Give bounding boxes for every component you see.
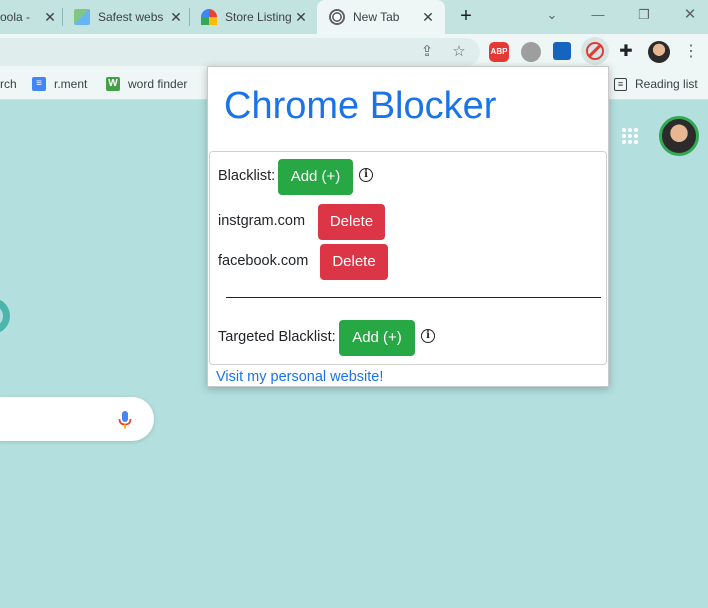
reading-list-label: Reading list <box>635 77 698 91</box>
share-icon[interactable]: ⇪ <box>418 43 436 61</box>
toolbar: ⇪ ☆ ABP ✚ ⋮ <box>0 34 708 70</box>
chrome-blocker-popup: Chrome Blocker Blacklist: Add (+) i inst… <box>207 66 609 387</box>
blacklist-label: Blacklist: <box>218 168 276 184</box>
blue-extension-icon[interactable] <box>553 42 571 60</box>
delete-button[interactable]: Delete <box>320 244 388 280</box>
bookmark-3-label: word finder <box>128 77 188 91</box>
tab-1-title: oola - <box>0 10 31 24</box>
bookmark-1-label: rch <box>0 77 17 91</box>
chrome-blocker-icon <box>586 42 604 60</box>
adblock-plus-icon[interactable]: ABP <box>489 42 509 62</box>
tab-search-chevron-icon[interactable]: ⌄ <box>540 5 564 25</box>
personal-website-link[interactable]: Visit my personal website! <box>216 369 383 385</box>
google-docs-icon: ≡ <box>32 77 46 91</box>
chrome-favicon-icon <box>329 9 345 25</box>
delete-button[interactable]: Delete <box>318 204 385 240</box>
tab-strip: oola - ✕ Safest webs ✕ Store Listing ✕ N… <box>0 0 708 34</box>
tab-4-close-icon[interactable]: ✕ <box>420 9 436 25</box>
bookmark-1[interactable]: rch <box>0 77 17 91</box>
bookmark-3[interactable]: W word finder <box>106 77 187 91</box>
section-divider <box>226 297 601 298</box>
chrome-blocker-toolbar-button[interactable] <box>581 37 609 65</box>
tab-1[interactable]: oola - ✕ <box>0 0 62 34</box>
google-logo-fragment <box>0 298 10 334</box>
reading-list-icon: ≡ <box>614 77 627 91</box>
profile-avatar[interactable] <box>648 41 670 63</box>
restore-icon[interactable]: ❐ <box>632 5 656 25</box>
tab-2-close-icon[interactable]: ✕ <box>168 9 184 25</box>
extensions-puzzle-icon[interactable]: ✚ <box>617 43 635 61</box>
tab-2-title: Safest webs <box>98 10 164 24</box>
blacklist-add-button[interactable]: Add (+) <box>278 159 353 195</box>
image-favicon-icon <box>74 9 90 25</box>
blacklist-card: Blacklist: Add (+) i instgram.com Delete… <box>209 151 607 365</box>
tab-separator <box>62 8 63 26</box>
word-finder-icon: W <box>106 77 120 91</box>
blacklist-item-site: facebook.com <box>218 253 309 269</box>
voice-search-mic-icon[interactable] <box>118 411 132 429</box>
targeted-blacklist-info-icon[interactable]: i <box>421 329 435 343</box>
close-window-icon[interactable]: ✕ <box>678 5 702 25</box>
blacklist-item-site: instgram.com <box>218 213 306 229</box>
account-avatar[interactable] <box>659 116 699 156</box>
tab-4-title: New Tab <box>353 10 400 24</box>
tab-3-title: Store Listing <box>225 10 291 24</box>
tab-1-close-icon[interactable]: ✕ <box>42 9 58 25</box>
gray-extension-icon[interactable] <box>521 42 541 62</box>
bookmark-2[interactable]: ≡ r.ment <box>32 77 87 91</box>
bookmark-star-icon[interactable]: ☆ <box>450 43 468 61</box>
reading-list[interactable]: ≡ Reading list <box>614 77 698 91</box>
tab-3-close-icon[interactable]: ✕ <box>293 9 309 25</box>
web-store-favicon-icon <box>201 9 217 25</box>
blacklist-info-icon[interactable]: i <box>359 168 373 182</box>
menu-kebab-icon[interactable]: ⋮ <box>682 43 700 61</box>
minimize-icon[interactable]: — <box>586 5 610 25</box>
targeted-blacklist-add-button[interactable]: Add (+) <box>339 320 415 356</box>
address-bar[interactable] <box>0 38 480 66</box>
tab-4-active[interactable]: New Tab ✕ <box>317 0 445 34</box>
tab-separator <box>189 8 190 26</box>
bookmark-2-label: r.ment <box>54 77 88 91</box>
tab-2[interactable]: Safest webs ✕ <box>74 0 188 34</box>
new-tab-button[interactable]: + <box>455 6 477 28</box>
popup-title: Chrome Blocker <box>224 85 497 127</box>
targeted-blacklist-label: Targeted Blacklist: <box>218 329 336 345</box>
tab-3[interactable]: Store Listing ✕ <box>201 0 315 34</box>
google-apps-grid-icon[interactable] <box>622 128 638 144</box>
